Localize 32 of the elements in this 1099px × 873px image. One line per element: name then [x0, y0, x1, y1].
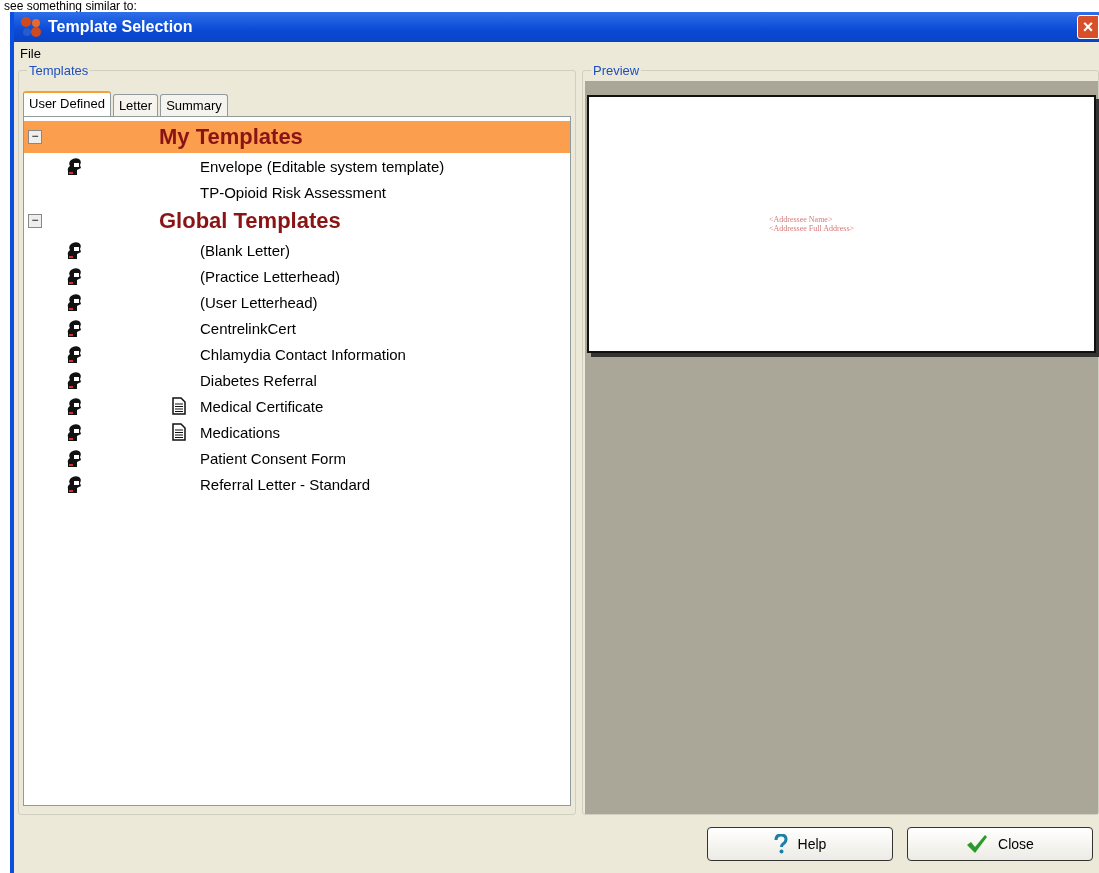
- template-item[interactable]: Referral Letter - Standard: [200, 475, 371, 493]
- window-title: Template Selection: [48, 18, 193, 36]
- template-item[interactable]: (User Letterhead): [200, 293, 318, 311]
- checkmark-icon: [966, 834, 989, 854]
- template-item[interactable]: Medications: [200, 423, 281, 441]
- template-item[interactable]: Envelope (Editable system template): [200, 157, 445, 175]
- group-label: Templates: [27, 63, 91, 78]
- help-button[interactable]: Help: [707, 827, 893, 861]
- caption-text: see something similar to:: [3, 0, 138, 12]
- close-button[interactable]: ×: [1077, 15, 1099, 39]
- tree-group-row[interactable]: − Global Templates: [24, 205, 570, 237]
- tab[interactable]: User Defined: [23, 91, 111, 116]
- template-item[interactable]: Medical Certificate: [200, 397, 324, 415]
- group-label: Preview: [591, 63, 642, 78]
- app-icon: [20, 16, 42, 38]
- tree-group-row[interactable]: − My Templates: [24, 121, 570, 153]
- template-item[interactable]: Diabetes Referral: [200, 371, 317, 389]
- menu-item[interactable]: File: [16, 45, 45, 61]
- tab[interactable]: Summary: [160, 94, 228, 116]
- collapse-toggle[interactable]: −: [28, 214, 42, 228]
- template-item[interactable]: TP-Opioid Risk Assessment: [200, 183, 386, 201]
- merge-field: <Addressee Full Address>: [769, 224, 854, 233]
- collapse-toggle[interactable]: −: [28, 130, 42, 144]
- template-item[interactable]: Chlamydia Contact Information: [200, 345, 406, 363]
- template-item[interactable]: Patient Consent Form: [200, 449, 346, 467]
- tab[interactable]: Letter: [112, 94, 159, 116]
- close-dialog-button[interactable]: Close: [907, 827, 1093, 861]
- template-item[interactable]: (Practice Letterhead): [200, 267, 341, 285]
- question-mark-icon: [773, 834, 788, 854]
- merge-field: <Addressee Name>: [769, 215, 854, 224]
- template-item[interactable]: CentrelinkCert: [200, 319, 296, 337]
- template-item[interactable]: (Blank Letter): [200, 241, 291, 259]
